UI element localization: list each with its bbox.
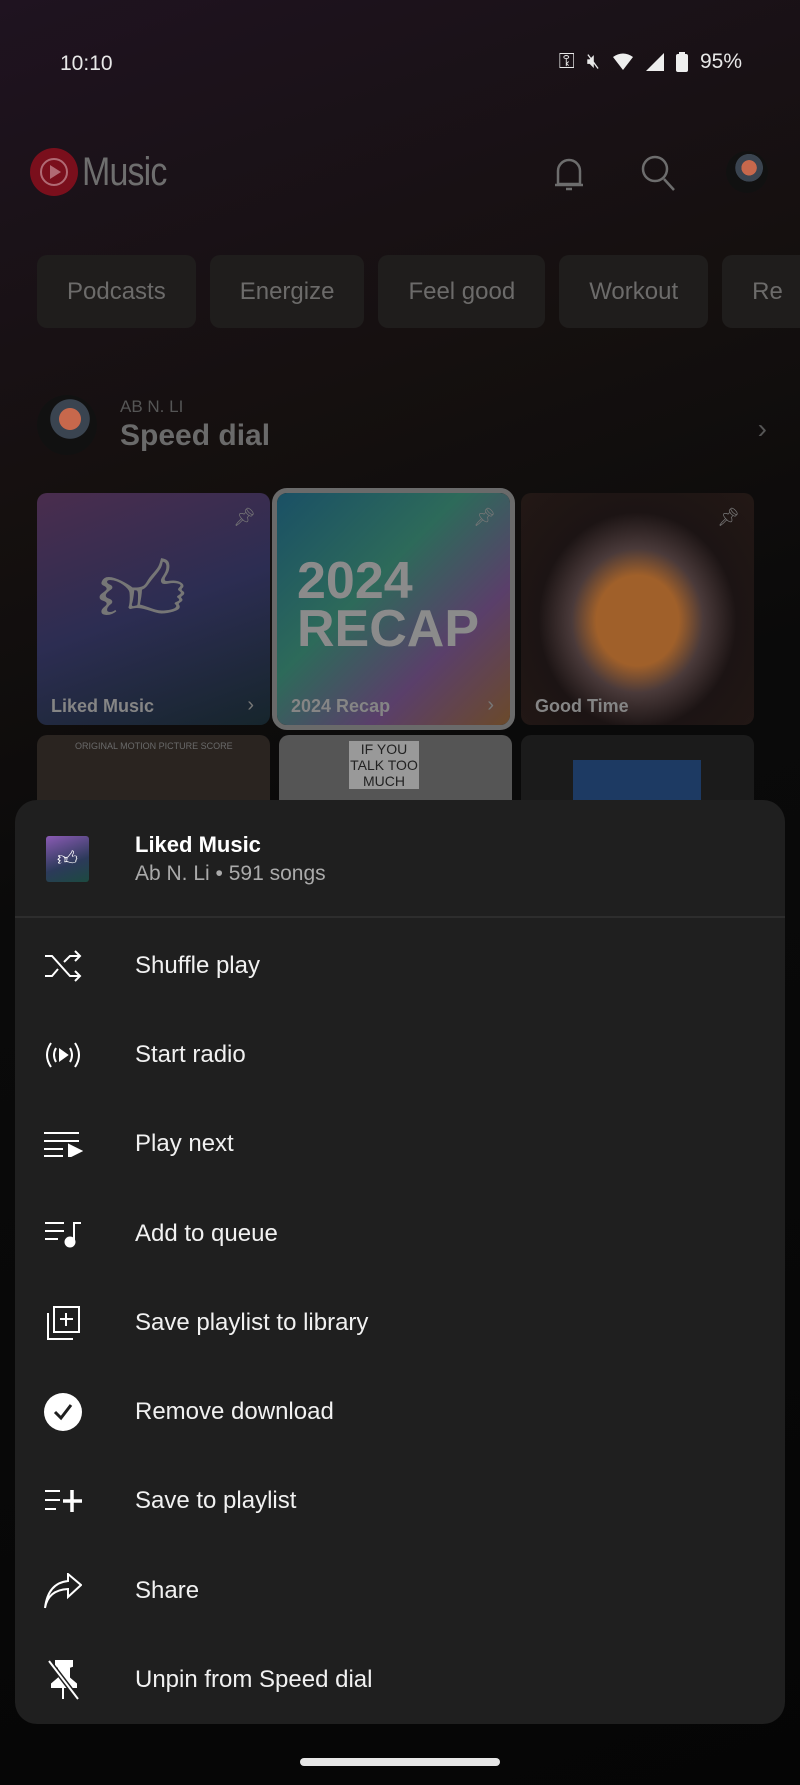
chip-workout[interactable]: Workout	[559, 255, 709, 328]
battery-icon	[675, 52, 688, 72]
menu-item-shuffle-play[interactable]: Shuffle play	[15, 921, 785, 1010]
speed-dial-owner: AB N. LI	[120, 397, 184, 416]
tile-row2-1[interactable]: ORIGINAL MOTION PICTURE SCORE	[37, 735, 270, 805]
menu-item-save-to-playlist[interactable]: Save to playlist	[15, 1457, 785, 1546]
tile-liked-music[interactable]: 👍︎ 📌︎ Liked Music ›	[37, 493, 270, 725]
share-icon	[43, 1571, 83, 1611]
chip-podcasts[interactable]: Podcasts	[37, 255, 196, 328]
queue-music-icon	[43, 1214, 83, 1254]
shuffle-icon	[43, 946, 83, 986]
app-logo[interactable]: Music	[30, 148, 181, 196]
tile-row2-3[interactable]	[521, 735, 754, 805]
chip-energize[interactable]: Energize	[209, 255, 365, 328]
tile-label: Liked Music	[51, 696, 155, 716]
menu-item-label: Add to queue	[135, 1219, 278, 1247]
recap-art-text: 2024 RECAP	[297, 552, 480, 658]
home-indicator[interactable]	[300, 1758, 500, 1766]
status-time: 10:10	[60, 52, 113, 75]
notifications-icon[interactable]	[552, 154, 586, 194]
context-menu-sheet: 👍︎ Liked Music Ab N. Li • 591 songs Shuf…	[15, 800, 785, 1724]
chip-feel-good[interactable]: Feel good	[378, 255, 546, 328]
menu-item-add-to-queue[interactable]: Add to queue	[15, 1189, 785, 1278]
unpin-icon	[43, 1660, 83, 1701]
sheet-subtitle: Ab N. Li • 591 songs	[135, 862, 326, 885]
app-bar: Music	[0, 148, 800, 200]
menu-item-share[interactable]: Share	[15, 1546, 785, 1635]
pin-icon: 📌︎	[473, 507, 496, 527]
tile-row2-2[interactable]: IF YOU TALK TOO MUCH	[279, 735, 512, 805]
tile-label: 2024 Recap	[291, 696, 391, 716]
tile-art-text: ORIGINAL MOTION PICTURE SCORE	[75, 741, 233, 751]
playlist-add-icon	[43, 1481, 83, 1521]
speed-dial-header[interactable]: AB N. LI Speed dial ›	[37, 393, 767, 463]
menu-item-label: Unpin from Speed dial	[135, 1666, 373, 1694]
chip-partial[interactable]: Re	[722, 255, 800, 328]
tile-good-time[interactable]: 📌︎ Good Time	[521, 493, 754, 725]
menu-item-label: Save playlist to library	[135, 1308, 369, 1336]
speed-dial-title: Speed dial	[120, 419, 271, 452]
menu-item-label: Shuffle play	[135, 951, 260, 979]
menu-item-label: Play next	[135, 1130, 234, 1158]
wifi-icon	[612, 53, 633, 70]
chevron-right-icon: ›	[247, 694, 254, 716]
mute-icon: 🔇︎	[586, 50, 600, 73]
tile-label: Good Time	[535, 696, 629, 716]
menu-item-save-playlist-to-library[interactable]: Save playlist to library	[15, 1278, 785, 1367]
app-name: Music	[82, 149, 167, 194]
account-avatar[interactable]	[726, 151, 768, 193]
library-add-icon	[43, 1303, 83, 1343]
vpn-key-icon: ⚿	[558, 50, 575, 73]
sheet-header: 👍︎ Liked Music Ab N. Li • 591 songs	[15, 800, 785, 918]
menu-item-unpin-speed-dial[interactable]: Unpin from Speed dial	[15, 1635, 785, 1724]
owner-avatar	[37, 395, 97, 455]
tile-art-text: IF YOU TALK TOO MUCH	[349, 741, 419, 789]
chevron-right-icon: ›	[487, 694, 494, 716]
thumbs-up-icon: 👍︎	[57, 848, 78, 870]
menu-item-label: Start radio	[135, 1040, 246, 1068]
thumbs-up-icon: 👍︎	[97, 545, 187, 641]
battery-percent: 95%	[699, 50, 742, 73]
mood-chips: Podcasts Energize Feel good Workout Re	[37, 255, 800, 328]
status-bar: 10:10 ⚿ 🔇︎ 95%	[0, 48, 800, 80]
menu-item-label: Share	[135, 1576, 200, 1604]
pin-icon: 📌︎	[717, 507, 740, 527]
menu-item-play-next[interactable]: Play next	[15, 1100, 785, 1189]
signal-icon	[645, 53, 664, 71]
menu-item-label: Remove download	[135, 1398, 334, 1426]
sheet-title: Liked Music	[135, 832, 261, 857]
tile-2024-recap[interactable]: 2024 RECAP 📌︎ 2024 Recap ›	[272, 488, 515, 730]
download-done-icon	[43, 1392, 83, 1432]
pin-icon: 📌︎	[233, 507, 256, 527]
search-icon[interactable]	[640, 154, 676, 194]
playlist-thumbnail: 👍︎	[46, 836, 89, 882]
menu-item-remove-download[interactable]: Remove download	[15, 1367, 785, 1456]
play-next-icon	[43, 1124, 83, 1164]
menu-item-label: Save to playlist	[135, 1487, 297, 1515]
chevron-right-icon[interactable]: ›	[758, 413, 767, 445]
menu-item-start-radio[interactable]: Start radio	[15, 1010, 785, 1099]
play-logo-icon	[30, 148, 78, 196]
menu-list: Shuffle play Start radio Play next Add t…	[15, 921, 785, 1725]
radio-icon	[43, 1035, 83, 1075]
